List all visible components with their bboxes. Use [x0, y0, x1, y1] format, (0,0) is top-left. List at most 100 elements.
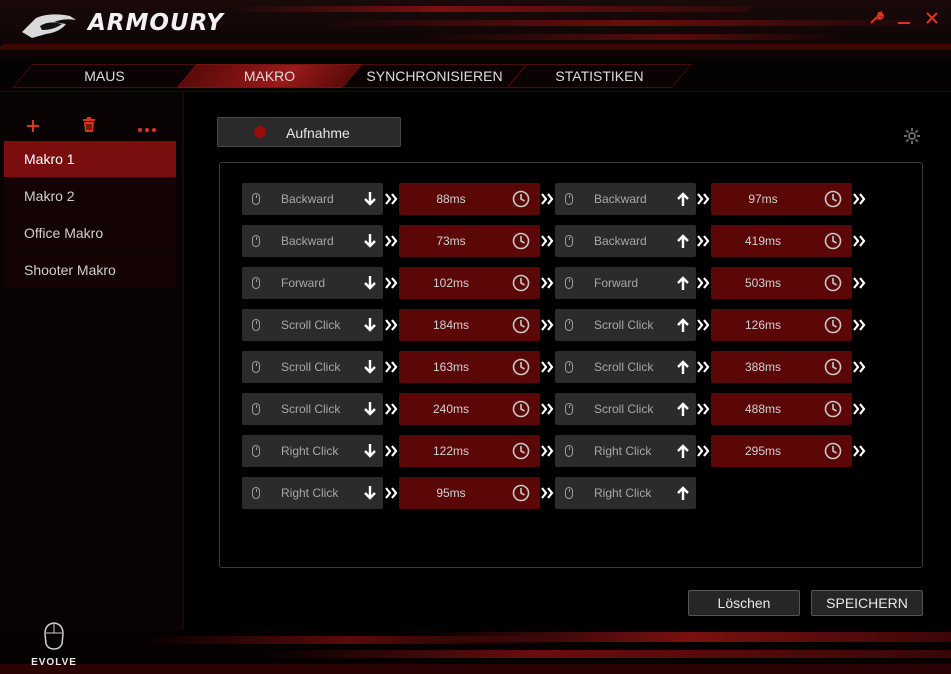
step-key-label: Scroll Click [594, 402, 654, 416]
mouse-icon [565, 277, 573, 289]
delay-step[interactable]: 95ms [399, 477, 540, 509]
delay-value: 503ms [744, 276, 782, 290]
key-press-step[interactable]: Backward [242, 225, 383, 257]
step-key-label: Right Click [594, 444, 652, 458]
delay-value: 88ms [436, 192, 466, 206]
macro-step-row: Right Click 122ms Right Click 295ms [242, 435, 882, 467]
delay-step[interactable]: 388ms [711, 351, 852, 383]
mouse-icon [252, 193, 260, 205]
minimize-icon[interactable] [894, 10, 914, 30]
gear-icon[interactable] [902, 127, 922, 147]
chevron-right-icon [541, 402, 555, 416]
key-press-step[interactable]: Scroll Click [242, 393, 383, 425]
clock-icon [824, 232, 842, 250]
chevron-right-icon [853, 192, 867, 206]
wrench-icon[interactable] [866, 10, 886, 30]
macro-step-row: Backward 73ms Backward 419ms [242, 225, 882, 257]
macro-item-label: Office Makro [24, 225, 104, 241]
clock-icon [824, 274, 842, 292]
delay-value: 163ms [432, 360, 470, 374]
tab-maus[interactable]: MAUS [11, 64, 198, 88]
chevron-right-icon [697, 444, 711, 458]
macro-item-label: Makro 1 [24, 151, 75, 167]
mouse-icon [252, 235, 260, 247]
key-press-step[interactable]: Scroll Click [242, 309, 383, 341]
clock-icon [512, 484, 530, 502]
delay-step[interactable]: 184ms [399, 309, 540, 341]
key-release-step[interactable]: Scroll Click [555, 309, 696, 341]
delay-step[interactable]: 419ms [711, 225, 852, 257]
macro-list-item[interactable]: Makro 2 [4, 178, 176, 214]
chevron-right-icon [385, 402, 399, 416]
chevron-right-icon [541, 360, 555, 374]
arrow-down-icon [363, 359, 377, 375]
key-release-step[interactable]: Backward [555, 183, 696, 215]
macro-list-item[interactable]: Office Makro [4, 215, 176, 251]
arrow-up-icon [676, 443, 690, 459]
chevron-right-icon [697, 402, 711, 416]
chevron-right-icon [385, 318, 399, 332]
key-press-step[interactable]: Right Click [242, 477, 383, 509]
save-button[interactable]: SPEICHERN [811, 590, 923, 616]
clock-icon [512, 316, 530, 334]
decor-stripe [227, 6, 753, 12]
delay-step[interactable]: 97ms [711, 183, 852, 215]
mouse-icon [565, 445, 573, 457]
delete-button[interactable]: Löschen [688, 590, 800, 616]
key-press-step[interactable]: Forward [242, 267, 383, 299]
clock-icon [512, 358, 530, 376]
record-button[interactable]: Aufnahme [217, 117, 401, 147]
title-bar: ARMOURY [0, 0, 951, 58]
trash-icon[interactable] [78, 116, 100, 138]
chevron-right-icon [541, 192, 555, 206]
delay-value: 73ms [436, 234, 466, 248]
step-key-label: Scroll Click [281, 402, 341, 416]
macro-step-row: Scroll Click 163ms Scroll Click 388ms [242, 351, 882, 383]
clock-icon [824, 190, 842, 208]
close-icon[interactable] [922, 10, 942, 30]
arrow-up-icon [676, 485, 690, 501]
delay-step[interactable]: 163ms [399, 351, 540, 383]
delay-step[interactable]: 295ms [711, 435, 852, 467]
delay-value: 97ms [748, 192, 778, 206]
chevron-right-icon [541, 444, 555, 458]
key-press-step[interactable]: Backward [242, 183, 383, 215]
delay-step[interactable]: 73ms [399, 225, 540, 257]
delay-step[interactable]: 503ms [711, 267, 852, 299]
chevron-right-icon [541, 276, 555, 290]
key-press-step[interactable]: Right Click [242, 435, 383, 467]
mouse-icon [252, 361, 260, 373]
chevron-right-icon [853, 444, 867, 458]
delay-step[interactable]: 240ms [399, 393, 540, 425]
delay-step[interactable]: 88ms [399, 183, 540, 215]
tab-label: STATISTIKEN [555, 68, 644, 84]
macro-list-item[interactable]: Shooter Makro [4, 252, 176, 288]
key-press-step[interactable]: Scroll Click [242, 351, 383, 383]
delay-value: 95ms [436, 486, 466, 500]
tab-synchronisieren[interactable]: SYNCHRONISIEREN [341, 64, 528, 88]
key-release-step[interactable]: Right Click [555, 477, 696, 509]
key-release-step[interactable]: Scroll Click [555, 351, 696, 383]
key-release-step[interactable]: Backward [555, 225, 696, 257]
delay-step[interactable]: 102ms [399, 267, 540, 299]
clock-icon [512, 190, 530, 208]
record-label: Aufnahme [286, 125, 350, 141]
macro-step-row: Scroll Click 184ms Scroll Click 126ms [242, 309, 882, 341]
delay-value: 388ms [744, 360, 782, 374]
mouse-icon [565, 235, 573, 247]
delay-step[interactable]: 122ms [399, 435, 540, 467]
add-icon[interactable] [22, 116, 44, 138]
tab-bar: MAUS MAKRO SYNCHRONISIEREN STATISTIKEN [0, 58, 951, 92]
delay-step[interactable]: 488ms [711, 393, 852, 425]
macro-list-item[interactable]: Makro 1 [4, 141, 176, 177]
key-release-step[interactable]: Scroll Click [555, 393, 696, 425]
delay-step[interactable]: 126ms [711, 309, 852, 341]
chevron-right-icon [385, 486, 399, 500]
more-icon[interactable] [136, 116, 158, 138]
tab-statistiken[interactable]: STATISTIKEN [506, 64, 693, 88]
decor-stripe [317, 20, 943, 26]
key-release-step[interactable]: Right Click [555, 435, 696, 467]
mouse-icon [565, 487, 573, 499]
key-release-step[interactable]: Forward [555, 267, 696, 299]
tab-makro[interactable]: MAKRO [176, 64, 363, 88]
